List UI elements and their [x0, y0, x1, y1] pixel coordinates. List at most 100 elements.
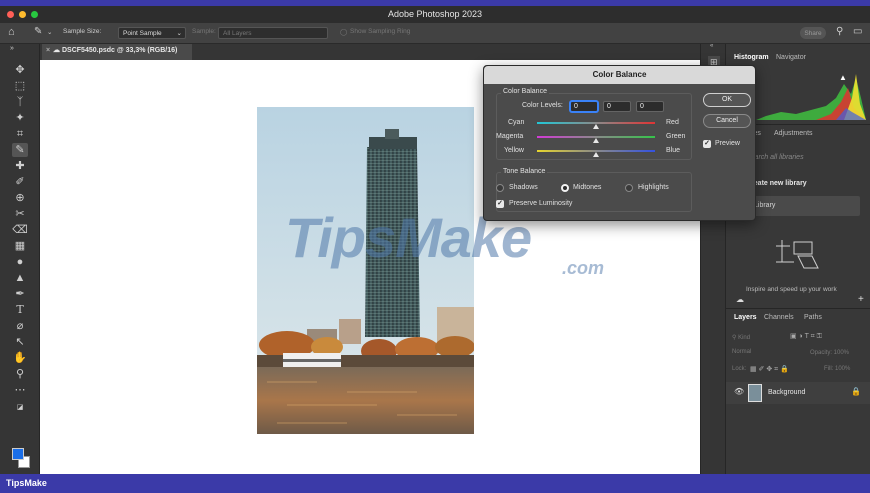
pen-tool-icon[interactable]: ✒	[12, 287, 28, 301]
share-button[interactable]: Share	[800, 27, 826, 39]
home-icon[interactable]: ⌂	[8, 26, 15, 38]
type-tool-icon[interactable]: T	[12, 303, 28, 317]
midtones-radio[interactable]	[561, 184, 569, 192]
quick-selection-tool-icon[interactable]: ✦	[12, 111, 28, 125]
color-level-2-input[interactable]: 0	[603, 101, 631, 112]
fill-field[interactable]: Fill: 100%	[824, 366, 850, 372]
color-level-3-input[interactable]: 0	[636, 101, 664, 112]
blue-label: Blue	[666, 147, 681, 154]
layer-thumbnail	[748, 384, 762, 402]
lock-label: Lock:	[732, 366, 747, 372]
shadows-label: Shadows	[509, 184, 538, 191]
blend-mode-select[interactable]: Normal	[732, 349, 802, 360]
lock-icons[interactable]: ▦ ✐ ✥ ⌗ 🔒	[750, 365, 789, 374]
foreground-color-swatch[interactable]	[12, 448, 24, 460]
layer-name: Background	[768, 389, 806, 396]
move-tool-icon[interactable]: ✥	[12, 63, 28, 77]
more-tools-icon[interactable]: ⋯	[12, 383, 28, 397]
preserve-luminosity-label: Preserve Luminosity	[509, 200, 573, 207]
cyan-red-thumb[interactable]	[593, 124, 599, 129]
sample-select[interactable]: All Layers	[218, 27, 328, 39]
yellow-blue-thumb[interactable]	[593, 152, 599, 157]
color-level-1-input[interactable]: 0	[570, 101, 598, 112]
eyedropper-tool-icon[interactable]: ✎	[12, 143, 28, 157]
blur-tool-icon[interactable]: ●	[12, 255, 28, 269]
midtones-label: Midtones	[573, 184, 602, 191]
preserve-luminosity-checkbox[interactable]: ✓	[496, 200, 504, 208]
show-sampling-ring-label: Show Sampling Ring	[350, 28, 411, 35]
library-item[interactable]: Library	[746, 196, 860, 216]
layer-lock-icon: 🔒	[851, 387, 861, 396]
tab-adjustments[interactable]: Adjustments	[774, 130, 813, 137]
gradient-tool-icon[interactable]: ▦	[12, 239, 28, 253]
color-balance-group-label: Color Balance	[501, 88, 549, 95]
document-tab-bar: × ☁ DSCF5450.psdc @ 33,3% (RGB/16)	[40, 44, 700, 60]
footer-bar: TipsMake	[0, 474, 870, 493]
collapse-toolbox-icon[interactable]: »	[4, 42, 20, 56]
visibility-eye-icon[interactable]: 👁	[734, 387, 744, 396]
histogram-graph	[756, 74, 866, 120]
histogram-warning-icon[interactable]: ▲	[839, 73, 847, 82]
red-label: Red	[666, 119, 679, 126]
sample-label: Sample:	[192, 28, 216, 35]
brush-tool-icon[interactable]: ✐	[12, 175, 28, 189]
tab-navigator[interactable]: Navigator	[776, 54, 806, 61]
tool-preset-chevron-icon[interactable]: ⌄	[47, 28, 52, 36]
clone-stamp-tool-icon[interactable]: ⊕	[12, 191, 28, 205]
document-image	[257, 107, 474, 434]
crop-tool-icon[interactable]: ⌗	[12, 127, 28, 141]
eyedropper-tool-icon[interactable]: ✎	[34, 26, 42, 37]
default-colors-icon[interactable]: ◪	[12, 401, 28, 415]
workspace-icon[interactable]: ▭	[853, 26, 862, 37]
dialog-title: Color Balance	[484, 66, 755, 84]
marquee-tool-icon[interactable]: ⬚	[12, 79, 28, 93]
layer-filter-icons[interactable]: ▣ ◑ T ⌗ ⚿	[790, 332, 822, 341]
path-selection-tool-icon[interactable]: ⌀	[12, 319, 28, 333]
show-sampling-ring-checkbox[interactable]: ◯	[340, 28, 347, 36]
layer-filter-kind: Kind	[738, 335, 751, 341]
eraser-tool-icon[interactable]: ⌫	[12, 223, 28, 237]
title-bar: Adobe Photoshop 2023	[0, 6, 870, 23]
tone-balance-group-label: Tone Balance	[501, 168, 548, 175]
search-icon[interactable]: ⚲	[836, 26, 843, 37]
library-item-label: Library	[754, 202, 776, 209]
document-tab[interactable]: × ☁ DSCF5450.psdc @ 33,3% (RGB/16)	[42, 44, 192, 60]
inspire-text: Inspire and speed up your work	[746, 286, 837, 293]
preview-checkbox[interactable]: ✓	[703, 140, 711, 148]
tab-paths[interactable]: Paths	[804, 314, 822, 321]
cloud-document-icon: ☁	[53, 47, 60, 54]
add-icon[interactable]: +	[858, 294, 864, 305]
sample-size-label: Sample Size:	[63, 28, 102, 35]
lasso-tool-icon[interactable]: ᛉ	[12, 95, 28, 109]
opacity-field[interactable]: Opacity: 100%	[810, 350, 849, 356]
ok-button[interactable]: OK	[703, 93, 751, 107]
layer-row-background[interactable]: 👁 Background 🔒	[726, 382, 870, 404]
yellow-label: Yellow	[504, 147, 524, 154]
magenta-green-thumb[interactable]	[593, 138, 599, 143]
toolbox: » ✥ ⬚ ᛉ ✦ ⌗ ✎ ✚ ✐ ⊕ ✂ ⌫ ▦ ● ▲ ✒ T ⌀ ↖ ✋ …	[0, 44, 40, 474]
sample-value: All Layers	[223, 30, 252, 37]
highlights-radio[interactable]	[625, 184, 633, 192]
sample-size-value: Point Sample	[123, 30, 162, 37]
chevron-down-icon: ⌄	[176, 30, 182, 37]
green-label: Green	[666, 133, 686, 140]
tab-channels[interactable]: Channels	[764, 314, 794, 321]
history-brush-tool-icon[interactable]: ✂	[12, 207, 28, 221]
document-title: DSCF5450.psdc @ 33,3% (RGB/16)	[62, 47, 178, 54]
sample-size-select[interactable]: Point Sample ⌄	[118, 27, 186, 39]
expand-panels-icon[interactable]: «	[710, 43, 713, 49]
healing-brush-tool-icon[interactable]: ✚	[12, 159, 28, 173]
tab-layers[interactable]: Layers	[734, 314, 757, 321]
shadows-radio[interactable]	[496, 184, 504, 192]
shape-tool-icon[interactable]: ↖	[12, 335, 28, 349]
dodge-tool-icon[interactable]: ▲	[12, 271, 28, 285]
cancel-button[interactable]: Cancel	[703, 114, 751, 128]
footer-brand: TipsMake	[6, 478, 47, 488]
blend-mode-value: Normal	[732, 349, 752, 355]
close-tab-icon[interactable]: ×	[46, 47, 50, 54]
layer-filter-select[interactable]: ⚲ Kind	[732, 334, 792, 344]
cyan-label: Cyan	[508, 119, 525, 126]
tab-histogram[interactable]: Histogram	[734, 54, 769, 61]
hand-tool-icon[interactable]: ✋	[12, 351, 28, 365]
zoom-tool-icon[interactable]: ⚲	[12, 367, 28, 381]
